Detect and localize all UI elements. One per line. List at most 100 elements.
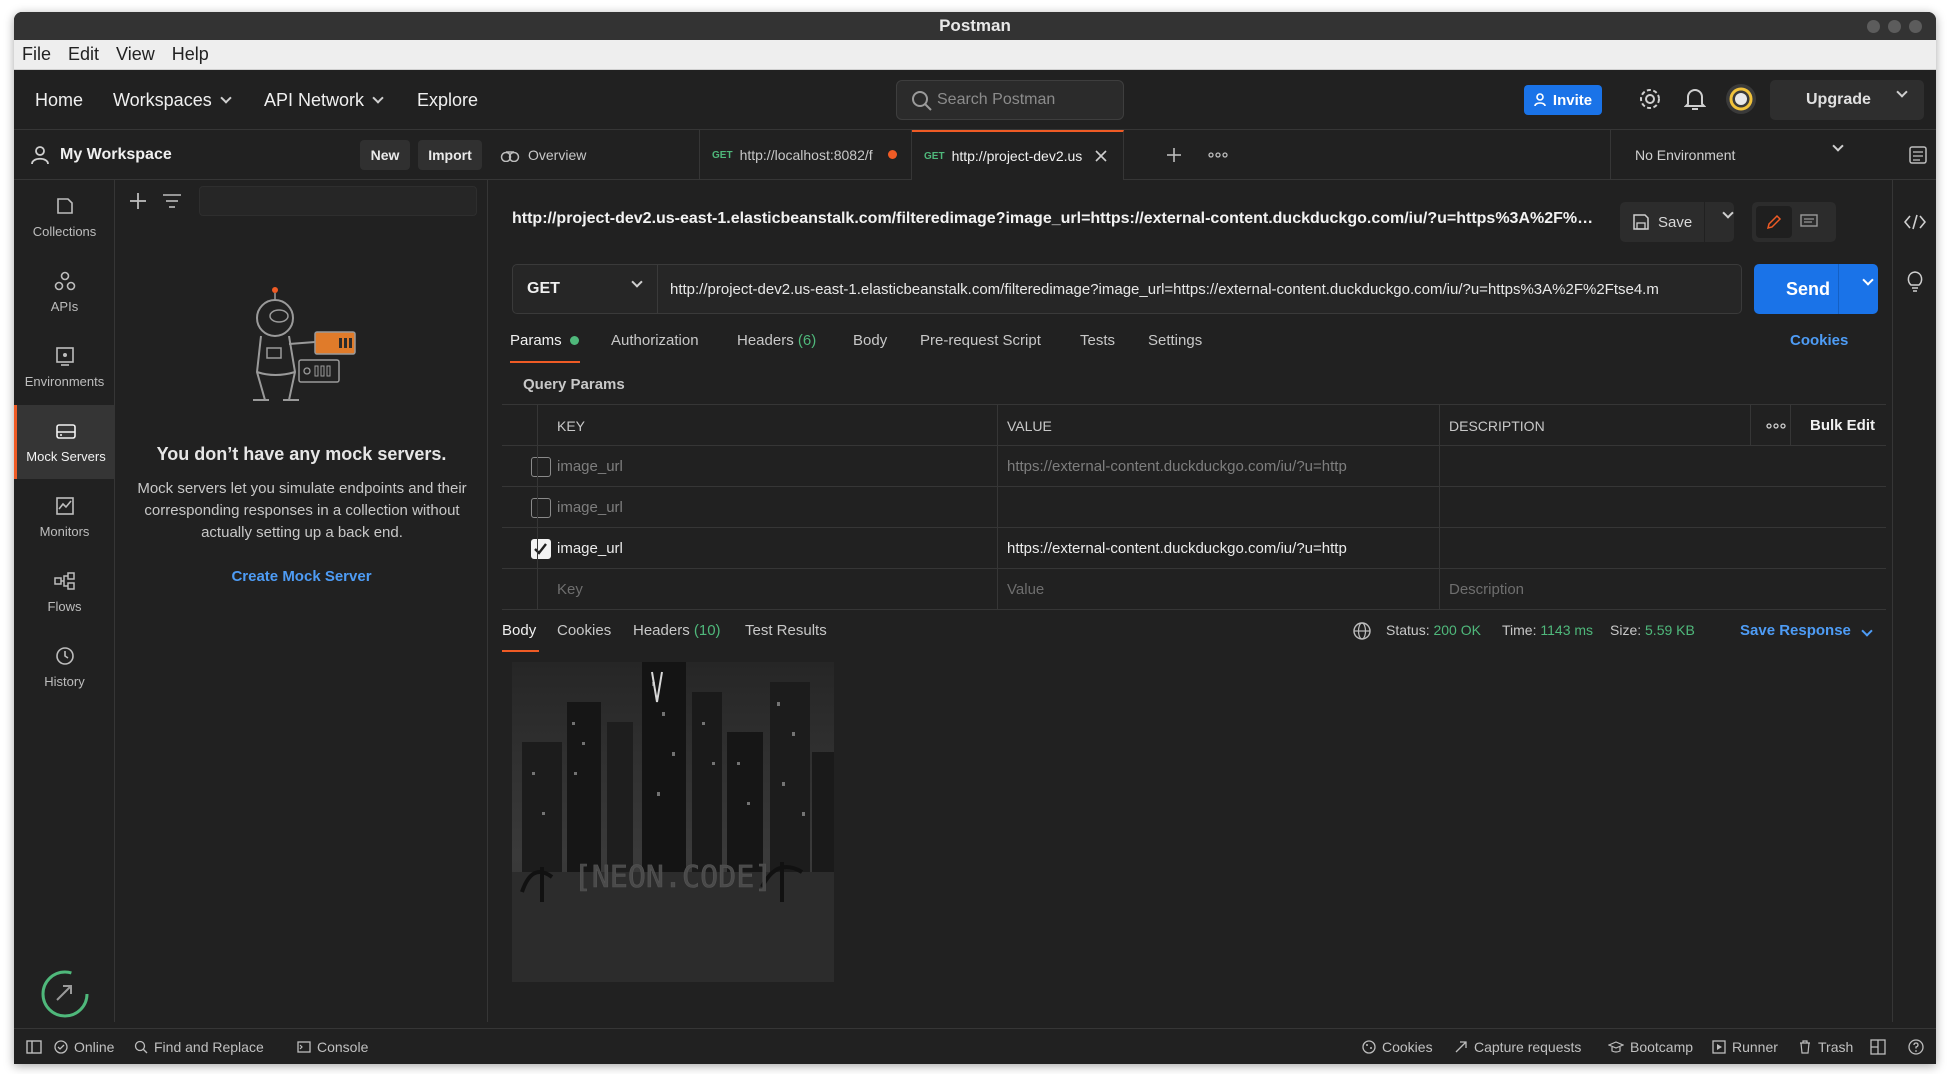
more-options-icon[interactable]: [1766, 423, 1786, 429]
cookies-link[interactable]: Cookies: [1790, 332, 1848, 349]
bootcamp-button[interactable]: Bootcamp: [1608, 1029, 1693, 1064]
menu-help[interactable]: Help: [172, 44, 209, 65]
workspace-header: My Workspace New Import: [14, 130, 488, 180]
maximize-button[interactable]: [1888, 20, 1901, 33]
close-tab-icon[interactable]: [1095, 150, 1107, 162]
add-icon[interactable]: [129, 192, 147, 210]
tab-authorization[interactable]: Authorization: [611, 332, 699, 349]
nav-workspaces[interactable]: Workspaces: [113, 70, 232, 130]
edit-pencil-icon[interactable]: [1756, 206, 1792, 238]
sidebar-item-history[interactable]: History: [14, 630, 115, 704]
tab-headers[interactable]: Headers (6): [737, 332, 816, 349]
runner-label: Runner: [1732, 1039, 1778, 1055]
online-status[interactable]: Online: [54, 1029, 114, 1064]
method-select[interactable]: GET: [512, 264, 658, 314]
menu-file[interactable]: File: [22, 44, 51, 65]
param-value[interactable]: [997, 487, 1347, 528]
new-button[interactable]: New: [360, 140, 410, 170]
tab-overview[interactable]: Overview: [488, 130, 700, 180]
upgrade-button[interactable]: Upgrade: [1770, 80, 1924, 120]
filter-icon[interactable]: [163, 194, 181, 208]
chevron-down-icon[interactable]: [1722, 207, 1734, 219]
capture-requests-button[interactable]: Capture requests: [1454, 1029, 1581, 1064]
param-value[interactable]: https://external-content.duckduckgo.com/…: [997, 446, 1347, 487]
more-tabs-icon[interactable]: [1208, 152, 1228, 158]
sidebar-item-mock-servers[interactable]: Mock Servers: [14, 405, 115, 479]
sidebar-item-collections[interactable]: Collections: [14, 180, 115, 254]
param-description[interactable]: [1439, 487, 1739, 528]
create-mock-server-link[interactable]: Create Mock Server: [115, 568, 488, 585]
new-value-input[interactable]: Value: [997, 569, 1347, 610]
environment-quick-look-icon[interactable]: [1908, 145, 1928, 165]
toggle-sidebar-icon[interactable]: [26, 1029, 42, 1064]
chevron-down-icon: [631, 276, 643, 288]
menu-edit[interactable]: Edit: [68, 44, 99, 65]
environment-select[interactable]: No Environment: [1610, 130, 1868, 180]
comments-icon[interactable]: [1800, 214, 1818, 230]
response-tab-test-results[interactable]: Test Results: [745, 622, 827, 639]
notifications-bell-icon[interactable]: [1684, 87, 1706, 111]
chevron-down-icon[interactable]: [1862, 274, 1874, 286]
minimize-button[interactable]: [1867, 20, 1880, 33]
sidebar-item-label: History: [44, 673, 85, 689]
response-tab-cookies[interactable]: Cookies: [557, 622, 611, 639]
new-description-input[interactable]: Description: [1439, 569, 1739, 610]
nav-home[interactable]: Home: [35, 70, 83, 130]
new-key-input[interactable]: Key: [547, 569, 897, 610]
response-tab-headers[interactable]: Headers (10): [633, 622, 721, 639]
save-button[interactable]: Save: [1620, 202, 1734, 242]
trash-button[interactable]: Trash: [1798, 1029, 1853, 1064]
sidebar-item-flows[interactable]: Flows: [14, 555, 115, 629]
tab-localhost-request[interactable]: GET http://localhost:8082/f: [700, 130, 912, 180]
response-headers-label: Headers: [633, 622, 690, 639]
settings-gear-icon[interactable]: [1638, 87, 1662, 111]
param-key[interactable]: image_url: [547, 487, 897, 528]
menu-view[interactable]: View: [116, 44, 155, 65]
nav-api-network[interactable]: API Network: [264, 70, 384, 130]
search-input[interactable]: Search Postman: [896, 80, 1124, 120]
avatar[interactable]: [1725, 83, 1757, 115]
close-button[interactable]: [1909, 20, 1922, 33]
tab-project-dev2-request[interactable]: GET http://project-dev2.us: [912, 130, 1124, 180]
save-response-button[interactable]: Save Response: [1740, 622, 1873, 639]
find-replace-button[interactable]: Find and Replace: [134, 1029, 264, 1064]
filter-input[interactable]: [199, 186, 477, 216]
workspace-name[interactable]: My Workspace: [60, 146, 172, 164]
help-icon[interactable]: [1908, 1029, 1924, 1064]
runner-button[interactable]: Runner: [1712, 1029, 1778, 1064]
globe-icon[interactable]: [1352, 621, 1372, 641]
console-button[interactable]: Console: [297, 1029, 368, 1064]
tab-params[interactable]: Params: [510, 332, 579, 349]
apis-icon: [54, 271, 75, 290]
sidebar-item-environments[interactable]: Environments: [14, 330, 115, 404]
param-description[interactable]: [1439, 528, 1739, 569]
column-description: DESCRIPTION: [1449, 417, 1545, 434]
sidebar-item-monitors[interactable]: Monitors: [14, 480, 115, 554]
bulk-edit-button[interactable]: Bulk Edit: [1800, 405, 1886, 446]
console-label: Console: [317, 1039, 369, 1055]
cookies-button[interactable]: Cookies: [1362, 1029, 1433, 1064]
param-description[interactable]: [1439, 446, 1739, 487]
import-button[interactable]: Import: [418, 140, 482, 170]
tab-body[interactable]: Body: [853, 332, 887, 349]
url-input[interactable]: [658, 264, 1742, 314]
new-tab-plus-icon[interactable]: [1166, 147, 1182, 163]
tab-tests[interactable]: Tests: [1080, 332, 1115, 349]
invite-button[interactable]: Invite: [1524, 85, 1602, 115]
headers-count: (6): [797, 332, 817, 349]
request-name[interactable]: http://project-dev2.us-east-1.elasticbea…: [512, 210, 1602, 228]
nav-explore[interactable]: Explore: [417, 70, 478, 130]
response-tab-body[interactable]: Body: [502, 622, 536, 639]
param-value[interactable]: https://external-content.duckduckgo.com/…: [997, 528, 1347, 569]
param-key[interactable]: image_url: [547, 446, 897, 487]
layout-toggle-icon[interactable]: [1870, 1029, 1886, 1064]
tab-pre-request-script[interactable]: Pre-request Script: [920, 332, 1041, 349]
sidebar-item-apis[interactable]: APIs: [14, 255, 115, 329]
lightbulb-icon[interactable]: [1906, 270, 1924, 292]
code-snippet-icon[interactable]: [1904, 214, 1926, 230]
nav-workspaces-label: Workspaces: [113, 89, 212, 110]
tab-settings[interactable]: Settings: [1148, 332, 1202, 349]
send-button[interactable]: Send: [1754, 264, 1878, 314]
sync-status-icon[interactable]: [41, 970, 89, 1018]
param-key[interactable]: image_url: [547, 528, 897, 569]
